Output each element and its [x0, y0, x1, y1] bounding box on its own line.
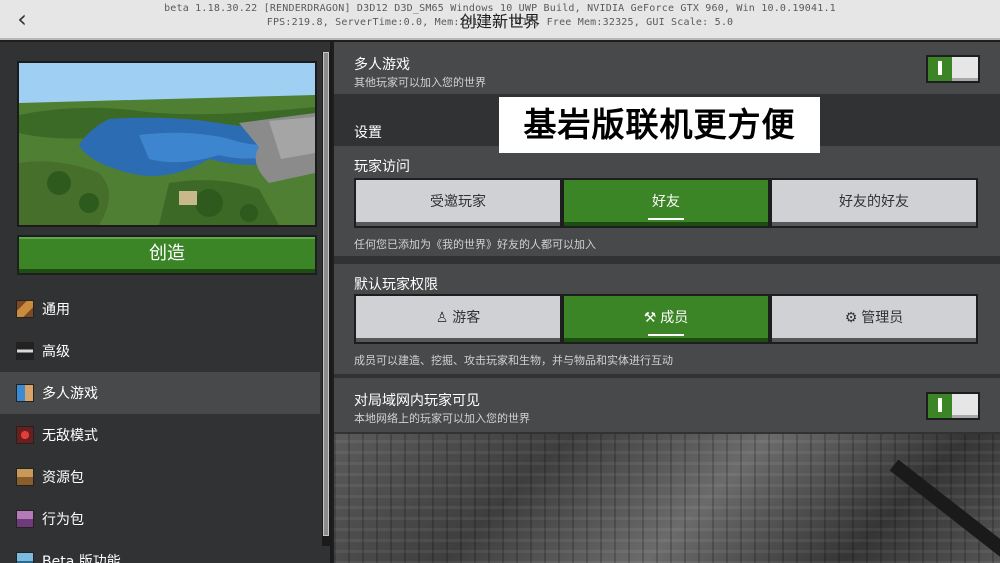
multiplayer-title: 多人游戏 [354, 57, 410, 73]
nav-item-multiplayer[interactable]: 多人游戏 [0, 372, 320, 414]
beta-icon [16, 552, 34, 563]
option-invited-players[interactable]: 受邀玩家 [354, 178, 562, 228]
nav-item-label: 高级 [42, 344, 70, 360]
toggle-knob [952, 394, 978, 418]
lan-visibility-title: 对局域网内玩家可见 [354, 393, 480, 409]
player-access-title: 玩家访问 [354, 159, 410, 175]
title-bar: ‹ beta 1.18.30.22 [RENDERDRAGON] D3D12 D… [0, 0, 1000, 40]
member-icon: ⚒ [643, 310, 657, 326]
nav-item-label: Beta 版功能 [42, 554, 121, 563]
page-title: 创建新世界 [459, 12, 540, 31]
player-access-section: 玩家访问 受邀玩家 好友 好友的好友 任何您已添加为《我的世界》好友的人都可以加… [334, 146, 1000, 258]
left-panel: 创造 通用 高级 多人游戏 无敌模式 资源包 行为包 Beta 版功能 [0, 42, 332, 563]
option-friends-of-friends[interactable]: 好友的好友 [770, 178, 978, 228]
multiplayer-icon [16, 384, 34, 402]
resource-pack-icon [16, 468, 34, 486]
nav-item-resource-packs[interactable]: 资源包 [0, 456, 320, 498]
bedrock-background [334, 434, 1000, 563]
nav-item-label: 无敌模式 [42, 428, 98, 444]
default-permission-section: 默认玩家权限 ♙ 游客 ⚒ 成员 ⚙ 管理员 成员可以建造、挖掘、攻击玩家和生物，并与… [334, 264, 1000, 376]
create-world-button[interactable]: 创造 [17, 235, 317, 275]
default-permission-title: 默认玩家权限 [354, 277, 438, 293]
nav-item-cheats[interactable]: 无敌模式 [0, 414, 320, 456]
multiplayer-subtitle: 其他玩家可以加入您的世界 [354, 76, 486, 89]
cheats-icon [16, 426, 34, 444]
overlay-caption: 基岩版联机更方便 [499, 97, 820, 153]
scrollbar-thumb[interactable] [323, 52, 329, 536]
default-permission-options: ♙ 游客 ⚒ 成员 ⚙ 管理员 [354, 294, 978, 344]
nav-item-label: 多人游戏 [42, 386, 98, 402]
gear-icon [16, 300, 34, 318]
lan-visibility-section: 对局域网内玩家可见 本地网络上的玩家可以加入您的世界 [334, 378, 1000, 434]
player-access-options: 受邀玩家 好友 好友的好友 [354, 178, 978, 228]
nav-item-label: 行为包 [42, 512, 84, 528]
nav-item-advanced[interactable]: 高级 [0, 330, 320, 372]
nav-item-label: 资源包 [42, 470, 84, 486]
lan-visibility-toggle[interactable] [926, 392, 980, 420]
operator-icon: ⚙ [844, 310, 858, 326]
nav-item-beta[interactable]: Beta 版功能 [0, 540, 320, 563]
option-operator[interactable]: ⚙ 管理员 [770, 294, 978, 344]
nav-item-behavior-packs[interactable]: 行为包 [0, 498, 320, 540]
toggle-on-indicator [938, 61, 942, 75]
player-access-description: 任何您已添加为《我的世界》好友的人都可以加入 [354, 238, 596, 251]
option-label: 管理员 [861, 310, 904, 326]
behavior-pack-icon [16, 510, 34, 528]
settings-label: 设置 [354, 125, 382, 141]
left-scrollbar[interactable] [322, 52, 330, 546]
settings-nav: 通用 高级 多人游戏 无敌模式 资源包 行为包 Beta 版功能 [0, 288, 320, 563]
multiplayer-toggle[interactable] [926, 55, 980, 83]
lan-visibility-subtitle: 本地网络上的玩家可以加入您的世界 [354, 412, 530, 425]
toggle-on-indicator [938, 398, 942, 412]
default-permission-description: 成员可以建造、挖掘、攻击玩家和生物，并与物品和实体进行互动 [354, 354, 673, 367]
toggle-knob [952, 57, 978, 81]
nav-item-general[interactable]: 通用 [0, 288, 320, 330]
option-friends[interactable]: 好友 [562, 178, 770, 228]
multiplayer-section: 多人游戏 其他玩家可以加入您的世界 [334, 42, 1000, 96]
option-label: 游客 [452, 310, 481, 326]
option-visitor[interactable]: ♙ 游客 [354, 294, 562, 344]
world-preview-image [17, 61, 317, 227]
option-member[interactable]: ⚒ 成员 [562, 294, 770, 344]
visitor-icon: ♙ [435, 310, 449, 326]
advanced-icon [16, 342, 34, 360]
option-label: 成员 [660, 310, 689, 326]
nav-item-label: 通用 [42, 302, 70, 318]
